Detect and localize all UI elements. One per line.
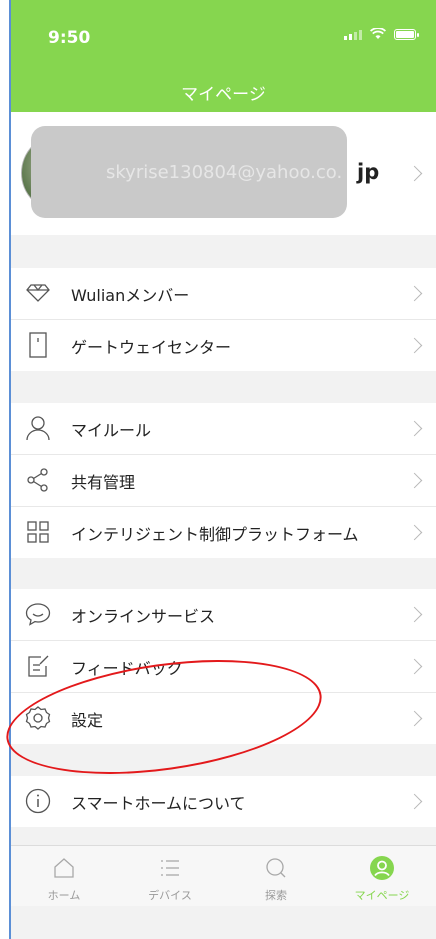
menu-item-label: Wulianメンバー	[71, 285, 190, 305]
user-icon	[25, 415, 51, 441]
menu-item-about-smart-home[interactable]: スマートホームについて	[11, 776, 436, 827]
search-icon	[266, 858, 286, 878]
chevron-right-icon	[406, 658, 423, 675]
menu-group-about: スマートホームについて	[11, 776, 436, 827]
menu-item-label: オンラインサービス	[71, 606, 216, 626]
feedback-icon	[25, 653, 51, 679]
menu-item-my-rules[interactable]: マイルール	[11, 403, 436, 455]
menu-item-label: インテリジェント制御プラットフォーム	[71, 524, 359, 544]
chat-icon	[25, 601, 51, 627]
menu-item-label: スマートホームについて	[71, 793, 246, 813]
header-bar: 9:50 マイページ	[11, 0, 436, 112]
tab-explore[interactable]: 探索	[223, 846, 329, 906]
signal-icon	[344, 28, 362, 40]
home-icon	[54, 858, 74, 878]
status-time: 9:50	[48, 28, 91, 48]
chevron-right-icon	[406, 420, 423, 437]
profile-row[interactable]: skyrise130804@yahoo.co. jp	[11, 112, 436, 235]
status-icons	[344, 28, 419, 40]
menu-item-wulian-member[interactable]: Wulianメンバー	[11, 268, 436, 320]
chevron-right-icon	[406, 472, 423, 489]
tab-home[interactable]: ホーム	[11, 846, 117, 906]
diamond-icon	[25, 280, 51, 306]
email-tail-text: jp	[357, 160, 380, 184]
menu-item-share-management[interactable]: 共有管理	[11, 455, 436, 507]
tab-label: マイページ	[354, 889, 410, 902]
bottom-spacer	[11, 906, 436, 939]
grid-icon	[25, 519, 51, 545]
page-title: マイページ	[181, 85, 266, 105]
menu-item-label: ゲートウェイセンター	[71, 337, 232, 357]
profile-icon	[370, 856, 394, 880]
menu-item-label: マイルール	[71, 420, 152, 440]
tab-label: デバイス	[148, 889, 192, 902]
chevron-right-icon	[406, 793, 423, 810]
menu-item-label: 共有管理	[71, 472, 136, 492]
bottom-tab-bar: ホーム デバイス 探索 マイページ	[11, 845, 436, 906]
chevron-right-icon	[406, 337, 423, 354]
chevron-right-icon	[406, 165, 423, 182]
menu-group-membership: Wulianメンバー ゲートウェイセンター	[11, 268, 436, 371]
tab-my-page[interactable]: マイページ	[329, 846, 435, 906]
menu-group-rules: マイルール 共有管理 インテリジェント制御プラットフォーム	[11, 403, 436, 558]
share-icon	[25, 467, 51, 493]
chevron-right-icon	[406, 524, 423, 541]
wifi-icon	[370, 28, 386, 39]
menu-item-online-service[interactable]: オンラインサービス	[11, 589, 436, 641]
chevron-right-icon	[406, 710, 423, 727]
tab-label: ホーム	[47, 889, 81, 902]
chevron-right-icon	[406, 285, 423, 302]
tab-devices[interactable]: デバイス	[117, 846, 223, 906]
door-icon	[25, 332, 51, 358]
tab-label: 探索	[265, 889, 287, 902]
chevron-right-icon	[406, 606, 423, 623]
battery-icon	[394, 28, 419, 40]
list-icon	[161, 860, 179, 876]
menu-item-intelligent-platform[interactable]: インテリジェント制御プラットフォーム	[11, 507, 436, 558]
info-icon	[25, 788, 51, 814]
menu-item-gateway-center[interactable]: ゲートウェイセンター	[11, 320, 436, 371]
app-screen: 9:50 マイページ skyrise130804@yahoo.co. jp Wu…	[11, 0, 436, 939]
email-text: skyrise130804@yahoo.co.	[106, 162, 343, 183]
